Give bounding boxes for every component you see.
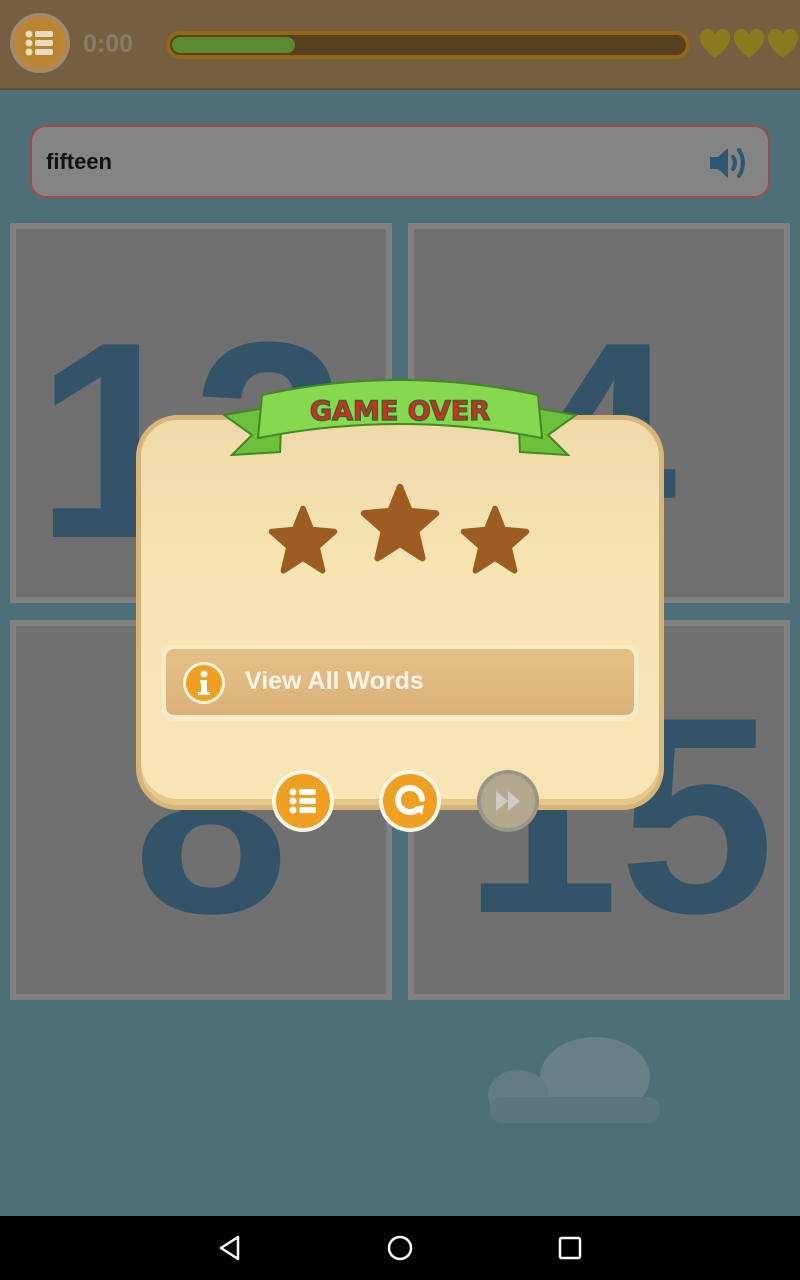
word-prompt: fifteen xyxy=(30,125,770,198)
list-menu-icon xyxy=(272,770,334,832)
star-rating xyxy=(260,475,540,585)
heart-icon xyxy=(767,28,799,58)
fast-forward-icon xyxy=(477,770,539,832)
heart-icon xyxy=(733,28,765,58)
prompt-word: fifteen xyxy=(46,149,112,174)
game-over-banner: GAME OVER xyxy=(222,379,578,457)
banner-title: GAME OVER xyxy=(310,396,490,427)
star-empty-icon xyxy=(360,483,440,562)
cloud-decoration xyxy=(488,1037,660,1123)
lives xyxy=(698,28,800,62)
replay-icon xyxy=(379,770,441,832)
view-all-words-label: View All Words xyxy=(245,667,424,695)
recents-square-icon[interactable] xyxy=(554,1232,586,1264)
progress-fill xyxy=(172,37,295,53)
list-menu-icon xyxy=(19,22,61,64)
replay-button[interactable] xyxy=(378,769,442,833)
time-progress-bar xyxy=(166,31,690,59)
timer: 0:00 xyxy=(83,30,134,58)
heart-icon xyxy=(699,28,731,58)
home-circle-icon[interactable] xyxy=(384,1232,416,1264)
menu-button[interactable] xyxy=(10,13,70,73)
view-all-words-button[interactable]: View All Words xyxy=(162,645,638,721)
star-empty-icon xyxy=(460,505,530,574)
info-icon xyxy=(182,661,226,705)
levels-menu-button[interactable] xyxy=(271,769,335,833)
star-empty-icon xyxy=(268,505,338,574)
back-triangle-icon[interactable] xyxy=(214,1232,246,1264)
next-level-button[interactable] xyxy=(476,769,540,833)
speaker-icon[interactable] xyxy=(708,145,752,181)
